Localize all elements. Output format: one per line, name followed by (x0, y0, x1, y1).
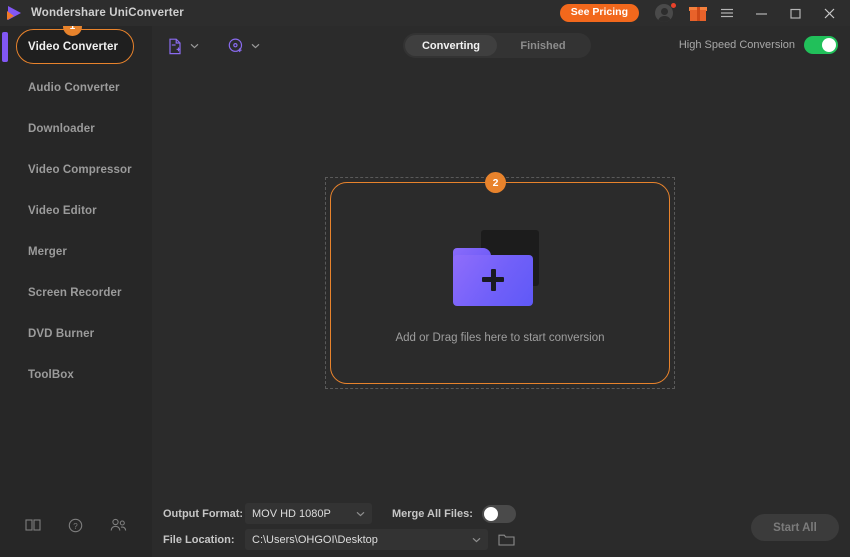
chevron-down-icon[interactable] (251, 43, 260, 49)
title-bar-actions: See Pricing (560, 0, 850, 26)
avatar[interactable] (653, 1, 677, 25)
toolbar: Converting Finished High Speed Conversio… (152, 26, 850, 66)
sidebar-item-label: Video Compressor (28, 164, 132, 176)
add-disc-icon[interactable] (227, 37, 246, 56)
chevron-down-icon (472, 537, 481, 543)
see-pricing-button[interactable]: See Pricing (560, 4, 639, 23)
start-all-button[interactable]: Start All (751, 514, 839, 541)
file-location-row: File Location: C:\Users\OHGOI\Desktop (163, 529, 515, 550)
svg-text:?: ? (73, 521, 78, 530)
tab-finished[interactable]: Finished (497, 35, 589, 56)
sidebar-item-audio-converter[interactable]: Audio Converter (0, 67, 152, 108)
tab-converting[interactable]: Converting (405, 35, 497, 56)
gift-icon[interactable] (690, 6, 706, 21)
file-location-value: C:\Users\OHGOI\Desktop (252, 534, 472, 546)
step-badge-2: 2 (485, 172, 506, 193)
high-speed-conversion-control: High Speed Conversion (679, 36, 838, 54)
hamburger-menu-icon[interactable] (714, 0, 740, 26)
app-title: Wondershare UniConverter (31, 7, 184, 19)
sidebar-item-label: Audio Converter (28, 82, 120, 94)
high-speed-conversion-label: High Speed Conversion (679, 39, 795, 51)
chevron-down-icon (356, 511, 365, 517)
chevron-down-icon[interactable] (190, 43, 199, 49)
manual-book-icon[interactable] (25, 518, 41, 532)
output-format-select[interactable]: MOV HD 1080P (245, 503, 372, 524)
community-users-icon[interactable] (110, 518, 127, 532)
sidebar-item-toolbox[interactable]: ToolBox (0, 354, 152, 395)
sidebar-bottom-icons: ? (0, 513, 152, 537)
close-icon[interactable] (816, 0, 842, 26)
wondershare-logo-icon (6, 4, 24, 22)
active-accent-bar (2, 32, 8, 62)
file-location-label: File Location: (163, 534, 245, 546)
main-panel: Converting Finished High Speed Conversio… (152, 26, 850, 557)
add-files-control[interactable] (166, 37, 199, 56)
maximize-icon[interactable] (782, 0, 808, 26)
sidebar-item-label: DVD Burner (28, 328, 94, 340)
bottom-bar: Output Format: MOV HD 1080P Merge All Fi… (152, 495, 850, 557)
sidebar-item-merger[interactable]: Merger (0, 231, 152, 272)
output-format-label: Output Format: (163, 508, 245, 520)
app-window: Wondershare UniConverter See Pricing (0, 0, 850, 557)
file-location-select[interactable]: C:\Users\OHGOI\Desktop (245, 529, 488, 550)
sidebar-item-label: Downloader (28, 123, 95, 135)
help-question-icon[interactable]: ? (68, 518, 83, 533)
add-file-icon[interactable] (166, 37, 185, 56)
sidebar-item-downloader[interactable]: Downloader (0, 108, 152, 149)
title-bar: Wondershare UniConverter See Pricing (0, 0, 850, 26)
sidebar-item-video-converter[interactable]: Video Converter 1 (0, 26, 152, 67)
view-tabs: Converting Finished (403, 33, 591, 58)
notification-dot (671, 3, 676, 8)
sidebar-item-label: Screen Recorder (28, 287, 122, 299)
output-format-row: Output Format: MOV HD 1080P Merge All Fi… (163, 503, 516, 524)
output-format-value: MOV HD 1080P (252, 508, 356, 520)
sidebar-item-dvd-burner[interactable]: DVD Burner (0, 313, 152, 354)
merge-all-files-toggle[interactable] (482, 505, 516, 523)
drop-zone-text: Add or Drag files here to start conversi… (325, 332, 675, 344)
sidebar-item-video-editor[interactable]: Video Editor (0, 190, 152, 231)
sidebar-item-screen-recorder[interactable]: Screen Recorder (0, 272, 152, 313)
merge-all-files-label: Merge All Files: (392, 508, 473, 520)
sidebar-item-label: Video Converter (28, 41, 118, 53)
folder-open-icon[interactable] (498, 532, 515, 547)
sidebar-item-label: Video Editor (28, 205, 97, 217)
high-speed-conversion-toggle[interactable] (804, 36, 838, 54)
minimize-icon[interactable] (748, 0, 774, 26)
sidebar-item-label: Merger (28, 246, 67, 258)
add-folder-icon[interactable] (453, 230, 545, 308)
drop-zone[interactable]: 2 Add or Drag files here to start conver… (325, 177, 675, 389)
avatar-icon (655, 4, 673, 22)
sidebar-item-video-compressor[interactable]: Video Compressor (0, 149, 152, 190)
add-dvd-control[interactable] (227, 37, 260, 56)
sidebar: Video Converter 1 Audio Converter Downlo… (0, 26, 152, 557)
sidebar-item-label: ToolBox (28, 369, 74, 381)
